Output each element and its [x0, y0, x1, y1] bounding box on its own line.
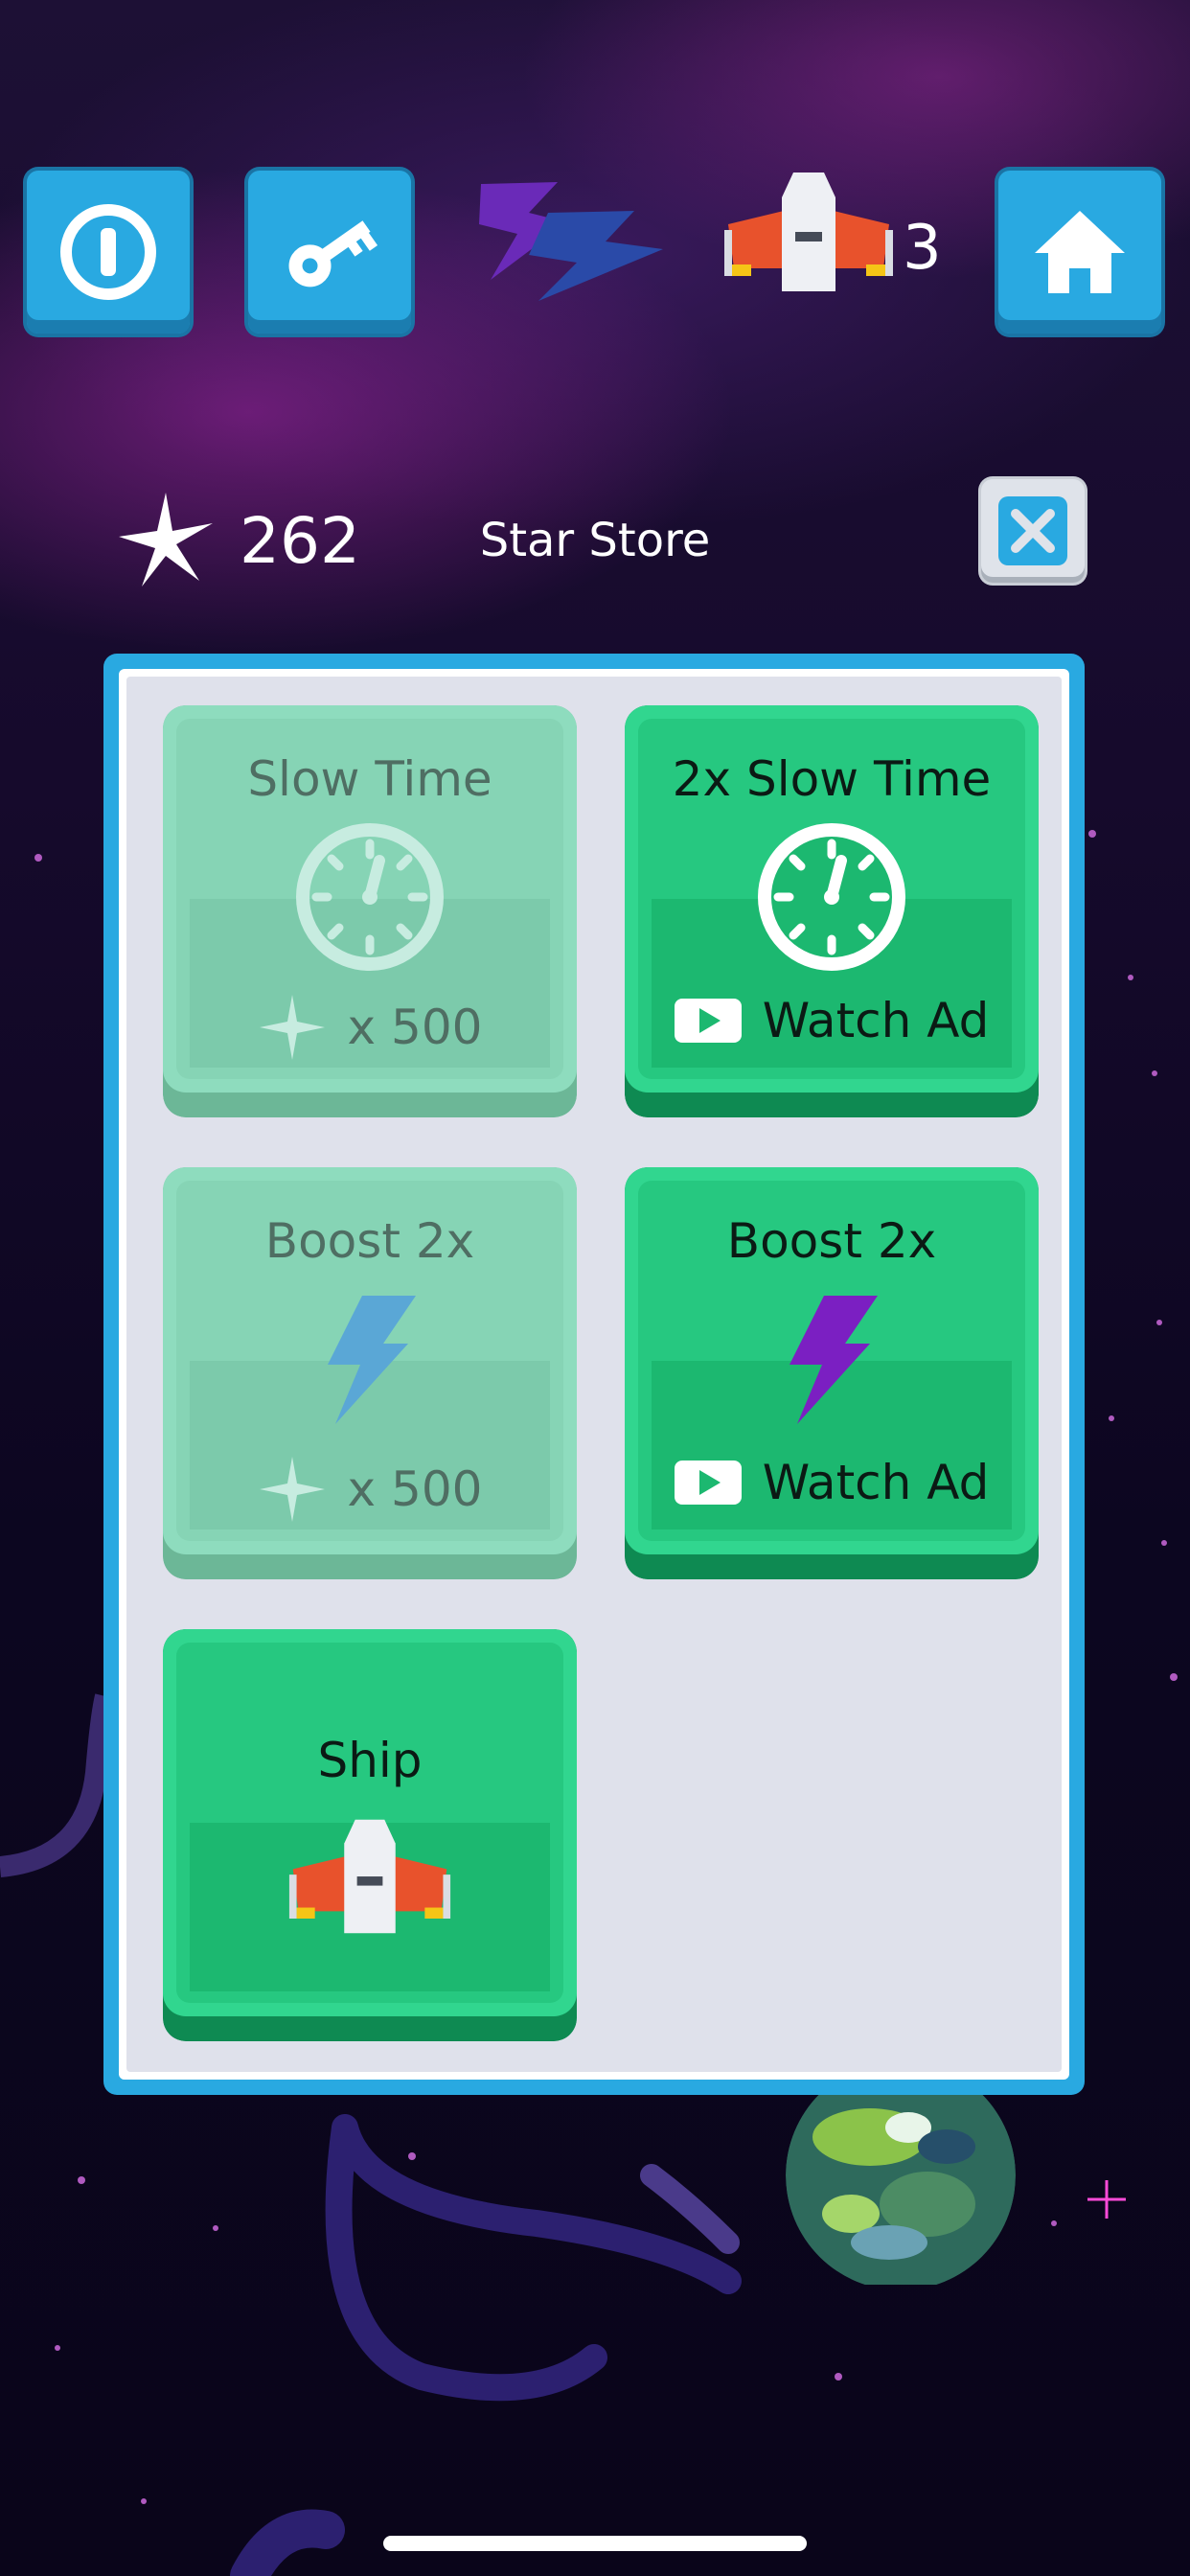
pause-icon [60, 204, 156, 300]
item-price: x 500 [347, 1461, 483, 1517]
store-panel: Slow Time x 500 2x Slow Time Watch Ad Bo… [103, 654, 1085, 2095]
item-title: 2x Slow Time [672, 751, 992, 807]
boost-ad-card[interactable]: Boost 2x Watch Ad [625, 1167, 1039, 1579]
boost-stars-card[interactable]: Boost 2x x 500 [163, 1167, 577, 1579]
item-title: Slow Time [247, 751, 492, 807]
star-icon [259, 1457, 325, 1522]
store-panel-frame: Slow Time x 500 2x Slow Time Watch Ad Bo… [119, 669, 1069, 2080]
clock-icon [758, 823, 905, 971]
video-play-icon [674, 999, 742, 1043]
item-price: Watch Ad [762, 993, 990, 1048]
planet-icon [786, 2089, 1016, 2285]
double-slow-time-card[interactable]: 2x Slow Time Watch Ad [625, 705, 1039, 1117]
item-title: Boost 2x [726, 1213, 937, 1269]
key-icon [288, 220, 378, 288]
home-icon [1035, 211, 1125, 293]
video-play-icon [674, 1460, 742, 1505]
item-title: Ship [317, 1733, 423, 1788]
item-price: Watch Ad [762, 1455, 990, 1510]
home-indicator[interactable] [383, 2536, 807, 2551]
close-icon [998, 496, 1067, 565]
ship-card[interactable]: Ship [163, 1629, 577, 2041]
boost-lightning-icon [479, 182, 663, 301]
ship-icon [724, 172, 893, 291]
star-icon [259, 995, 325, 1060]
clock-icon [296, 823, 444, 971]
store-grid: Slow Time x 500 2x Slow Time Watch Ad Bo… [126, 677, 1062, 2072]
lives-count: 3 [903, 213, 942, 284]
lightning-icon [790, 1296, 878, 1424]
pause-button[interactable] [27, 171, 190, 334]
slow-time-card[interactable]: Slow Time x 500 [163, 705, 577, 1117]
item-price: x 500 [347, 1000, 483, 1055]
item-title: Boost 2x [264, 1213, 475, 1269]
close-button[interactable] [981, 479, 1085, 583]
lightning-icon [328, 1296, 416, 1424]
key-button[interactable] [248, 171, 411, 334]
home-button[interactable] [998, 171, 1161, 334]
ship-icon [288, 1819, 451, 1934]
